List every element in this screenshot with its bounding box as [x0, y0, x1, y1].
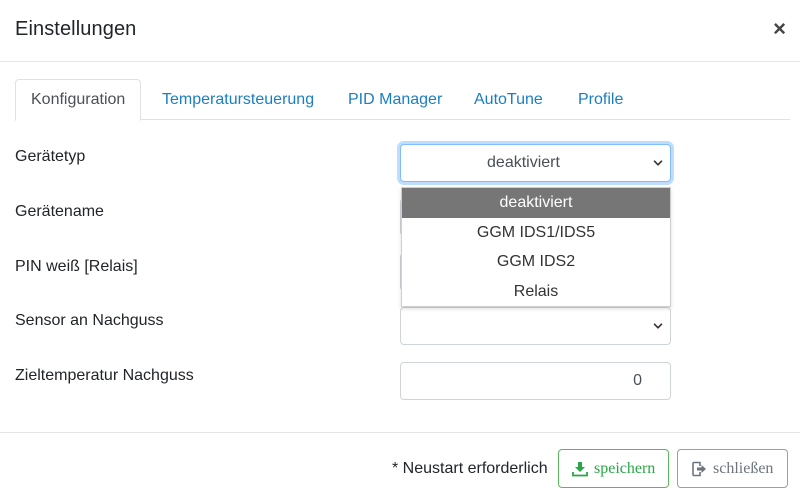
download-icon: [572, 461, 588, 476]
modal-header: Einstellungen ×: [0, 0, 800, 62]
dropdown-option-ggm-ids1-ids5[interactable]: GGM IDS1/IDS5: [402, 218, 670, 248]
tab-bar: Konfiguration Temperatursteuerung PID Ma…: [15, 79, 790, 121]
chevron-down-icon: [653, 323, 663, 329]
save-button[interactable]: speichern: [558, 449, 669, 488]
tab-pid-manager[interactable]: PID Manager: [348, 79, 442, 120]
tab-profile[interactable]: Profile: [578, 79, 623, 120]
dropdown-option-relais[interactable]: Relais: [402, 277, 670, 307]
close-button-label: schließen: [713, 459, 774, 477]
zieltemperatur-value: 0: [633, 372, 642, 389]
tab-autotune[interactable]: AutoTune: [474, 79, 543, 120]
restart-note: * Neustart erforderlich: [392, 460, 548, 477]
sign-out-icon: [692, 461, 706, 476]
close-button[interactable]: schließen: [677, 449, 788, 488]
geraetetyp-select-value: deaktiviert: [487, 154, 560, 171]
sensor-select[interactable]: [400, 307, 671, 345]
zieltemperatur-input[interactable]: 0: [400, 362, 671, 400]
dropdown-option-ggm-ids2[interactable]: GGM IDS2: [402, 247, 670, 277]
tab-temperatursteuerung[interactable]: Temperatursteuerung: [162, 79, 314, 120]
geraetetyp-label: Gerätetyp: [15, 148, 86, 165]
geraetetyp-select[interactable]: deaktiviert: [400, 144, 671, 182]
modal-title: Einstellungen: [15, 18, 137, 40]
dropdown-option-deaktiviert[interactable]: deaktiviert: [402, 188, 670, 218]
sensor-select-value: [401, 308, 646, 344]
chevron-down-icon: [653, 160, 663, 166]
save-button-label: speichern: [594, 459, 656, 477]
modal-footer: * Neustart erforderlich speichern schlie…: [0, 432, 800, 498]
close-icon[interactable]: ×: [773, 18, 786, 40]
zieltemperatur-label: Zieltemperatur Nachguss: [15, 367, 194, 384]
sensor-label: Sensor an Nachguss: [15, 312, 164, 329]
geraetetyp-dropdown-list: deaktiviert GGM IDS1/IDS5 GGM IDS2 Relai…: [401, 187, 671, 307]
settings-modal: Einstellungen × Konfiguration Temperatur…: [0, 0, 800, 498]
geraetename-label: Gerätename: [15, 203, 104, 220]
pin-label: PIN weiß [Relais]: [15, 258, 138, 275]
tab-konfiguration[interactable]: Konfiguration: [15, 79, 142, 121]
